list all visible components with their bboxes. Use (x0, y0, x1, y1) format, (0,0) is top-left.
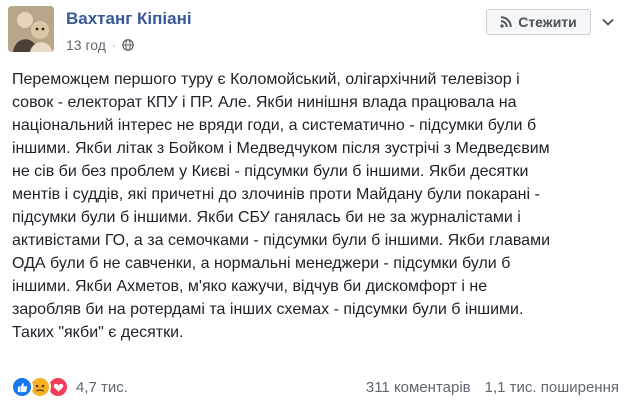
post-timestamp[interactable]: 13 год (66, 37, 106, 53)
post-text-line: підсумки були б іншими. Якби СБУ ганялас… (12, 209, 521, 226)
post-text-line: іншими. Якби Ахметов, м'яко кажучи, відч… (12, 278, 488, 295)
post-text-line: ОДА були б не савченки, а нормальні мене… (12, 255, 511, 272)
chevron-down-icon[interactable] (597, 12, 619, 32)
like-reaction-icon (11, 376, 33, 398)
rss-icon (500, 16, 512, 28)
post-text-line: совок - електорат КПУ і ПР. Але. Якби ни… (12, 94, 517, 111)
shares-count[interactable]: 1,1 тис. поширення (485, 379, 619, 396)
engagement-counts: 311 коментарів 1,1 тис. поширення (366, 379, 619, 396)
post-text-line: іншими. Якби літак з Бойком і Медведчуко… (12, 140, 550, 157)
facebook-post: Вахтанг Кіпіані 13 год · Стежити Перемож (0, 0, 630, 410)
reaction-count[interactable]: 4,7 тис. (76, 379, 128, 396)
post-text: Переможцем першого туру є Коломойський, … (12, 68, 618, 344)
globe-icon[interactable] (122, 39, 134, 51)
post-meta: 13 год · (66, 37, 134, 53)
meta-separator: · (111, 38, 116, 52)
post-text-line: національний інтерес не вряди годи, а си… (12, 117, 537, 134)
avatar-image (8, 6, 54, 52)
reaction-icons[interactable] (11, 376, 69, 398)
post-footer: 4,7 тис. 311 коментарів 1,1 тис. поширен… (0, 372, 630, 402)
post-text-line: заробляв би на ротердамі та інших схемах… (12, 301, 524, 318)
post-text-line: ментів і суддів, які причетні до злочині… (12, 186, 540, 203)
follow-button[interactable]: Стежити (486, 9, 591, 35)
avatar[interactable] (8, 6, 54, 52)
post-text-line: Переможцем першого туру є Коломойський, … (12, 71, 520, 88)
author-name[interactable]: Вахтанг Кіпіані (66, 9, 192, 29)
post-text-line: Таких "якби" є десятки. (12, 324, 184, 341)
post-text-line: активістами ГО, а за семочками - підсумк… (12, 232, 551, 249)
post-text-line: не сів би без проблем у Києві - підсумки… (12, 163, 529, 180)
comments-count[interactable]: 311 коментарів (366, 379, 471, 396)
follow-label: Стежити (518, 14, 577, 30)
